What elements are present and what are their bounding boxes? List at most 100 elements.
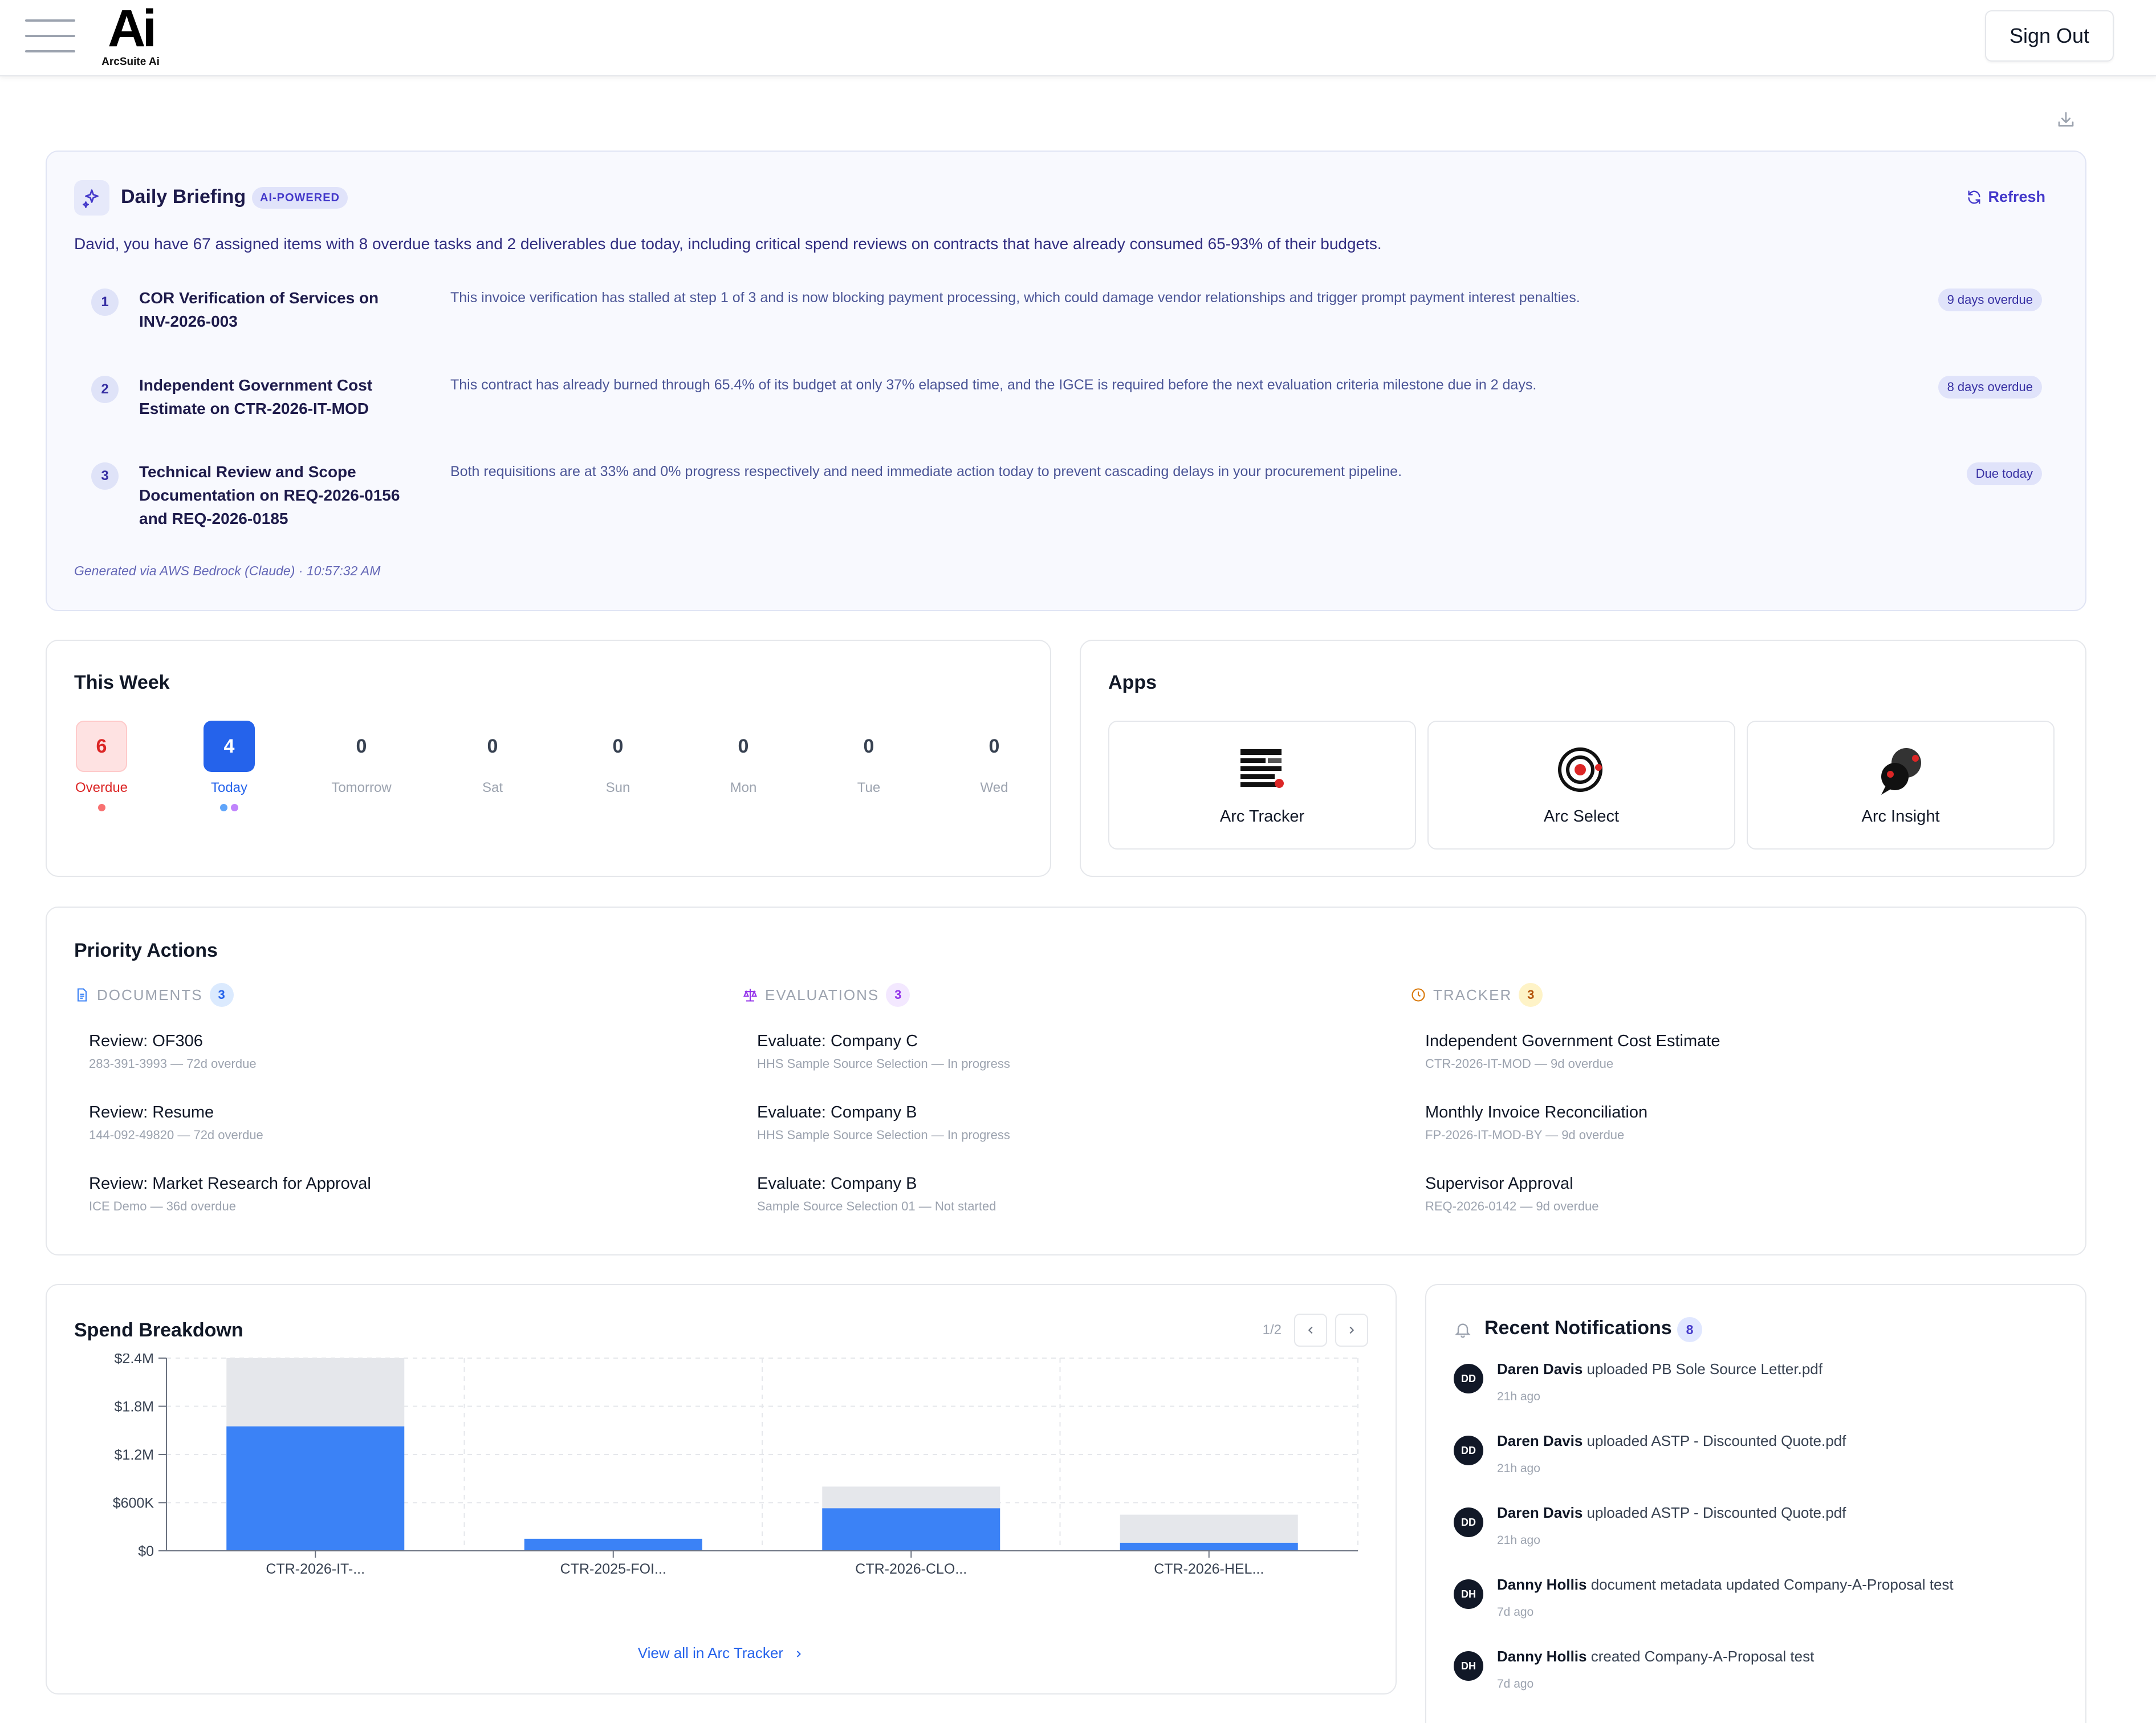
tracker-action-item[interactable]: Monthly Invoice Reconciliation FP-2026-I…: [1425, 1103, 1647, 1143]
x-tick-label: CTR-2026-CLO...: [855, 1561, 967, 1577]
avatar: DH: [1454, 1579, 1483, 1609]
app-label: Arc Select: [1543, 807, 1620, 826]
notification-text: Daren Davis uploaded PB Sole Source Lett…: [1497, 1360, 1823, 1378]
scale-icon: [743, 989, 758, 1002]
action-subtitle: HHS Sample Source Selection — In progres…: [757, 1128, 1010, 1142]
item-number: 3: [91, 462, 119, 490]
document-action-item[interactable]: Review: OF306 283-391-3993 — 72d overdue: [89, 1032, 257, 1071]
day-wed[interactable]: 0 Wed: [960, 721, 1028, 796]
this-week-card: This Week 6 Overdue 4 Today 0 Tomorrow 0…: [46, 640, 1051, 877]
sign-out-button[interactable]: Sign Out: [1985, 10, 2114, 62]
action-title: Independent Government Cost Estimate: [1425, 1032, 1720, 1050]
day-sat[interactable]: 0 Sat: [458, 721, 527, 796]
tracker-action-item[interactable]: Independent Government Cost Estimate CTR…: [1425, 1032, 1720, 1071]
briefing-title: Daily Briefing: [121, 186, 246, 208]
day-label: Sat: [482, 780, 503, 795]
tracker-action-item[interactable]: Supervisor Approval REQ-2026-0142 — 9d o…: [1425, 1175, 1599, 1214]
bell-icon: [1455, 1323, 1471, 1338]
actor-name: Danny Hollis: [1497, 1648, 1587, 1665]
day-label: Wed: [980, 780, 1008, 795]
app-tile-arc-select[interactable]: Arc Select: [1427, 721, 1735, 850]
tracker-count: 3: [1519, 983, 1543, 1007]
notification-text: Daren Davis uploaded ASTP - Discounted Q…: [1497, 1432, 1846, 1450]
logo-text: ArcSuite Ai: [101, 56, 160, 68]
day-dots: [195, 804, 263, 812]
app-logo[interactable]: Ai ArcSuite Ai: [99, 2, 162, 71]
day-tomorrow[interactable]: 0 Tomorrow: [327, 721, 396, 796]
document-action-item[interactable]: Review: Resume 144-092-49820 — 72d overd…: [89, 1103, 263, 1143]
day-count: 0: [738, 735, 749, 757]
day-sun[interactable]: 0 Sun: [584, 721, 652, 796]
status-badge: Due today: [1966, 462, 2042, 485]
day-count: 4: [204, 721, 255, 772]
notifications-title: Recent Notifications: [1484, 1317, 1672, 1339]
timestamp: 7d ago: [1497, 1606, 1534, 1619]
item-description: This contract has already burned through…: [450, 377, 1537, 393]
recent-notifications-card: Recent Notifications 8 DD Daren Davis up…: [1425, 1284, 2086, 1723]
notifications-count: 8: [1677, 1317, 1702, 1342]
action-subtitle: 144-092-49820 — 72d overdue: [89, 1128, 263, 1142]
action-title: Review: Market Research for Approval: [89, 1175, 371, 1193]
bar-remaining: [226, 1358, 405, 1427]
action-text: uploaded PB Sole Source Letter.pdf: [1587, 1360, 1823, 1377]
next-page-button[interactable]: [1335, 1314, 1368, 1347]
bar-spent: [524, 1538, 702, 1551]
status-badge: 8 days overdue: [1938, 376, 2042, 399]
item-title: Independent Government Cost Estimate on …: [139, 376, 373, 417]
bar-spent: [822, 1508, 1000, 1551]
app-tile-arc-tracker[interactable]: Arc Tracker: [1108, 721, 1416, 850]
bar-remaining: [1120, 1514, 1298, 1543]
briefing-footer: Generated via AWS Bedrock (Claude) · 10:…: [74, 563, 381, 578]
documents-column: DOCUMENTS 3: [74, 983, 701, 1007]
action-text: uploaded ASTP - Discounted Quote.pdf: [1587, 1504, 1846, 1521]
action-subtitle: HHS Sample Source Selection — In progres…: [757, 1056, 1010, 1071]
action-text: uploaded ASTP - Discounted Quote.pdf: [1587, 1432, 1846, 1449]
view-all-link[interactable]: View all in Arc Tracker: [47, 1644, 1396, 1662]
status-badge: 9 days overdue: [1938, 288, 2042, 311]
chevron-right-icon: [1349, 1326, 1354, 1334]
top-bar: Ai ArcSuite Ai Sign Out: [0, 0, 2156, 76]
prev-page-button[interactable]: [1294, 1314, 1327, 1347]
app-label: Arc Tracker: [1219, 807, 1305, 826]
x-tick-label: CTR-2026-IT-...: [266, 1561, 365, 1577]
refresh-button[interactable]: Refresh: [1966, 188, 2045, 206]
app-tile-arc-insight[interactable]: Arc Insight: [1747, 721, 2055, 850]
item-description: This invoice verification has stalled at…: [450, 290, 1580, 306]
priority-actions-title: Priority Actions: [74, 940, 218, 961]
day-count: 0: [988, 735, 1000, 757]
action-subtitle: FP-2026-IT-MOD-BY — 9d overdue: [1425, 1128, 1625, 1142]
menu-icon[interactable]: [25, 19, 75, 52]
evaluations-count: 3: [886, 983, 910, 1007]
pager-text: 1/2: [1262, 1322, 1282, 1338]
evaluation-action-item[interactable]: Evaluate: Company B HHS Sample Source Se…: [757, 1103, 1010, 1143]
chevron-right-icon: [797, 1651, 802, 1657]
day-mon[interactable]: 0 Mon: [709, 721, 778, 796]
y-tick-label: $600K: [113, 1496, 154, 1511]
documents-label: DOCUMENTS: [97, 986, 203, 1003]
action-title: Monthly Invoice Reconciliation: [1425, 1103, 1648, 1121]
timestamp: 21h ago: [1497, 1390, 1540, 1403]
day-overdue[interactable]: 6 Overdue: [67, 721, 136, 812]
action-title: Evaluate: Company C: [757, 1032, 918, 1050]
action-title: Evaluate: Company B: [757, 1103, 917, 1121]
action-subtitle: REQ-2026-0142 — 9d overdue: [1425, 1199, 1599, 1213]
action-title: Supervisor Approval: [1425, 1175, 1573, 1193]
day-tue[interactable]: 0 Tue: [835, 721, 903, 796]
evaluation-action-item[interactable]: Evaluate: Company C HHS Sample Source Se…: [757, 1032, 1010, 1071]
x-tick-label: CTR-2025-FOI...: [560, 1561, 666, 1577]
y-tick-label: $0: [138, 1543, 154, 1559]
actor-name: Daren Davis: [1497, 1360, 1583, 1377]
day-today[interactable]: 4 Today: [195, 721, 263, 812]
avatar: DD: [1454, 1507, 1483, 1537]
day-label: Mon: [730, 780, 757, 795]
action-subtitle: ICE Demo — 36d overdue: [89, 1199, 237, 1213]
document-icon: [77, 988, 87, 1002]
document-action-item[interactable]: Review: Market Research for Approval ICE…: [89, 1175, 371, 1214]
action-text: document metadata updated Company-A-Prop…: [1590, 1576, 1954, 1593]
tracker-label: TRACKER: [1433, 986, 1512, 1003]
evaluation-action-item[interactable]: Evaluate: Company B Sample Source Select…: [757, 1175, 996, 1214]
tracker-icon: [1240, 749, 1284, 788]
avatar: DD: [1454, 1436, 1483, 1465]
download-icon[interactable]: [2056, 109, 2076, 130]
day-dots: [67, 804, 136, 812]
